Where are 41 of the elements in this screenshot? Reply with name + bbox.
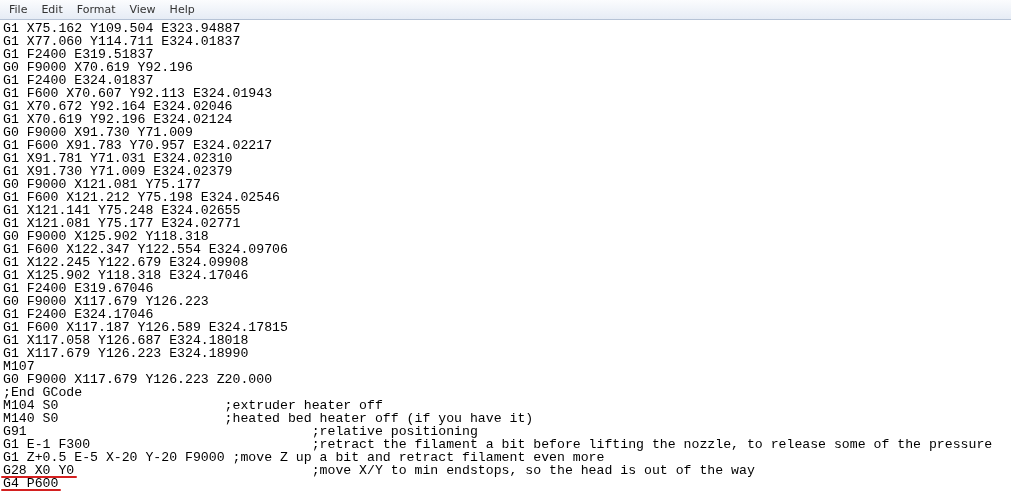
- code-line: G1 X91.781 Y71.031 E324.02310: [3, 151, 233, 166]
- code-line: G1 F600 X117.187 Y126.589 E324.17815: [3, 320, 288, 335]
- code-line: G0 F9000 X91.730 Y71.009: [3, 125, 193, 140]
- code-line: G1 X70.619 Y92.196 E324.02124: [3, 112, 233, 127]
- code-line: G91 ;relative positioning: [3, 424, 478, 439]
- code-line: G4 P600: [3, 476, 59, 491]
- code-line: G0 F9000 X70.619 Y92.196: [3, 60, 193, 75]
- code-line: G1 X121.141 Y75.248 E324.02655: [3, 203, 241, 218]
- code-line: G1 F2400 E324.01837: [3, 73, 154, 88]
- code-line: G1 F600 X91.783 Y70.957 E324.02217: [3, 138, 273, 153]
- code-line: G28 X0 Y0 ;move X/Y to min endstops, so the head is out of the way: [3, 463, 755, 478]
- code-line: G1 F2400 E324.17046: [3, 307, 154, 322]
- code-line: G1 F600 X70.607 Y92.113 E324.01943: [3, 86, 273, 101]
- code-line: G1 X122.245 Y122.679 E324.09908: [3, 255, 249, 270]
- code-line: G1 X70.672 Y92.164 E324.02046: [3, 99, 233, 114]
- code-line: G1 X125.902 Y118.318 E324.17046: [3, 268, 249, 283]
- code-line: G1 X91.730 Y71.009 E324.02379: [3, 164, 233, 179]
- code-line: G1 Z+0.5 E-5 X-20 Y-20 F9000 ;move Z up a bit and retract filament even more: [3, 450, 605, 465]
- menu-item[interactable]: Help: [162, 2, 202, 17]
- code-line: G0 F9000 X125.902 Y118.318: [3, 229, 209, 244]
- code-line: M140 S0 ;heated bed heater off (if you have it): [3, 411, 534, 426]
- code-line: G1 F2400 E319.51837: [3, 47, 154, 62]
- code-line: M107: [3, 359, 35, 374]
- code-line: M104 S0 ;extruder heater off: [3, 398, 383, 413]
- code-line: G1 F600 X122.347 Y122.554 E324.09706: [3, 242, 288, 257]
- code-line: G1 X77.060 Y114.711 E324.01837: [3, 34, 241, 49]
- code-line: ;End GCode: [3, 385, 83, 400]
- code-line: G1 X117.679 Y126.223 E324.18990: [3, 346, 249, 361]
- code-line: G0 F9000 X117.679 Y126.223 Z20.000: [3, 372, 273, 387]
- menu-item[interactable]: File: [2, 2, 35, 17]
- menu-item[interactable]: View: [122, 2, 163, 17]
- code-line: G0 F9000 X121.081 Y75.177: [3, 177, 201, 192]
- code-line: G1 F600 X121.212 Y75.198 E324.02546: [3, 190, 280, 205]
- menu-item[interactable]: Edit: [34, 2, 70, 17]
- menu-item[interactable]: Format: [69, 2, 123, 17]
- code-line: G1 X75.162 Y109.504 E323.94887: [3, 21, 241, 36]
- code-line: G1 E-1 F300 ;retract the filament a bit before lifting the nozzle, to release some of the pressure: [3, 437, 993, 452]
- code-line: G0 F9000 X117.679 Y126.223: [3, 294, 209, 309]
- code-line: G1 F2400 E319.67046: [3, 281, 154, 296]
- code-line: G1 X121.081 Y75.177 E324.02771: [3, 216, 241, 231]
- code-line: G1 X117.058 Y126.687 E324.18018: [3, 333, 249, 348]
